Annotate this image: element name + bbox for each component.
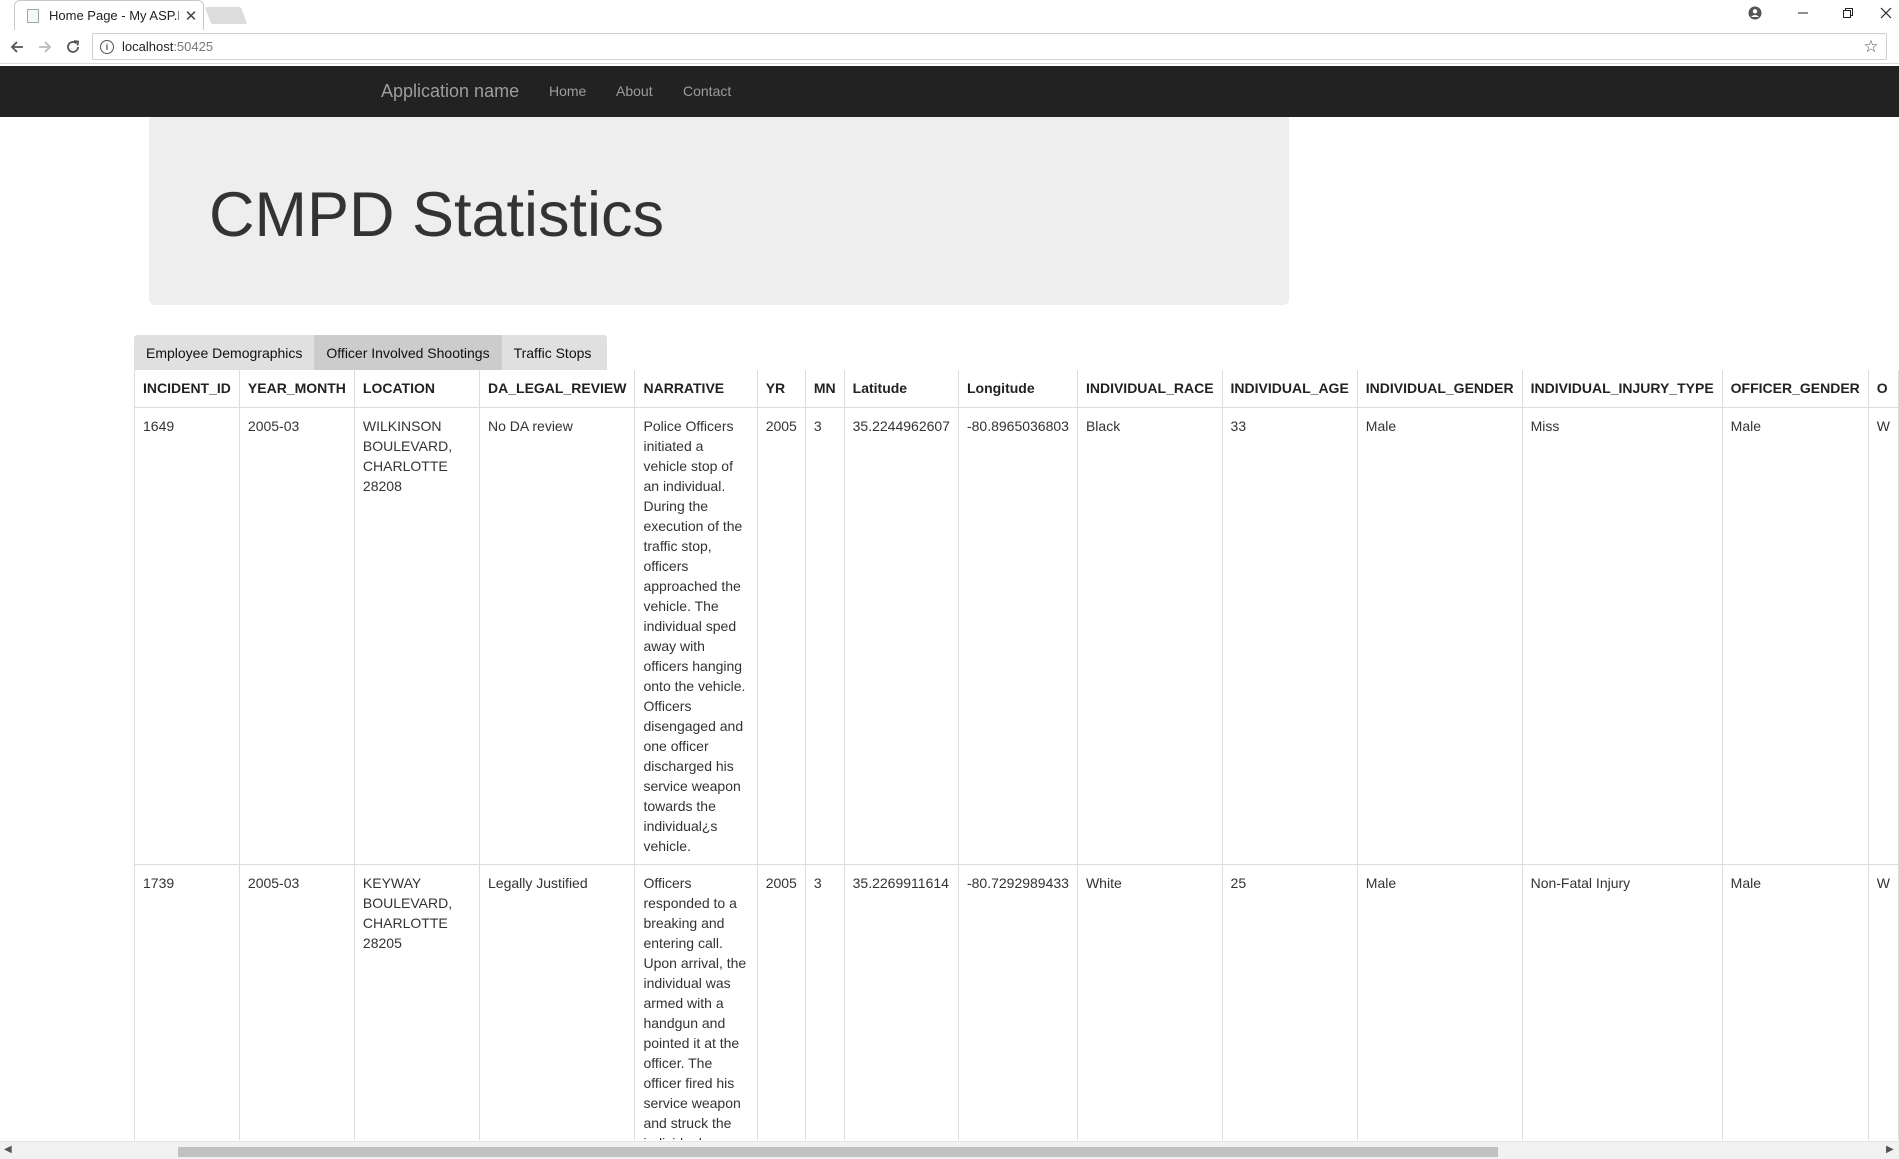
- tab-bar: Employee Demographics Officer Involved S…: [134, 335, 607, 370]
- column-header[interactable]: INDIVIDUAL_RACE: [1076, 370, 1223, 408]
- url-text: localhost:50425: [122, 39, 214, 54]
- tab-employee-demographics[interactable]: Employee Demographics: [134, 335, 314, 370]
- scrollbar-thumb[interactable]: [178, 1147, 1498, 1157]
- data-table: INCIDENT_ID YEAR_MONTH LOCATION DA_LEGAL…: [134, 370, 1899, 1140]
- nav-link-about[interactable]: About: [616, 83, 653, 99]
- column-header[interactable]: DA_LEGAL_REVIEW: [479, 370, 636, 408]
- table-cell: 2005-03: [238, 406, 355, 865]
- table-cell: W: [1867, 406, 1899, 865]
- table-cell: White: [1076, 863, 1223, 1140]
- column-header[interactable]: NARRATIVE: [634, 370, 758, 408]
- close-window-icon[interactable]: [1872, 0, 1899, 26]
- table-cell: 2005: [756, 406, 806, 865]
- table-cell: Miss: [1521, 406, 1723, 865]
- scroll-right-arrow-icon[interactable]: ▶: [1886, 1144, 1894, 1155]
- column-header[interactable]: YR: [756, 370, 806, 408]
- nav-link-home[interactable]: Home: [549, 83, 586, 99]
- tab-close-icon[interactable]: ✕: [179, 7, 203, 25]
- page-title: CMPD Statistics: [209, 180, 665, 250]
- back-arrow-icon[interactable]: [4, 34, 30, 60]
- column-header[interactable]: LOCATION: [353, 370, 481, 408]
- table-cell: No DA review: [479, 406, 636, 865]
- column-header[interactable]: INDIVIDUAL_INJURY_TYPE: [1521, 370, 1723, 408]
- new-tab-button[interactable]: [204, 7, 248, 24]
- table-cell: Police Officers initiated a vehicle stop…: [634, 406, 758, 865]
- nav-link-contact[interactable]: Contact: [683, 83, 731, 99]
- table-cell: 25: [1221, 863, 1358, 1140]
- tab-title: Home Page - My ASP.NE: [49, 8, 179, 23]
- bookmark-star-icon[interactable]: ☆: [1856, 37, 1886, 57]
- table-cell: 35.2269911614: [843, 863, 959, 1140]
- table-cell: 35.2244962607: [843, 406, 959, 865]
- address-bar[interactable]: i localhost:50425 ☆: [92, 33, 1887, 60]
- table-cell: -80.7292989433: [957, 863, 1078, 1140]
- column-header[interactable]: Longitude: [957, 370, 1078, 408]
- horizontal-scrollbar[interactable]: ◀ ▶: [0, 1141, 1899, 1159]
- browser-toolbar: i localhost:50425 ☆: [0, 30, 1899, 64]
- forward-arrow-icon[interactable]: [32, 34, 58, 60]
- account-icon[interactable]: [1733, 0, 1777, 26]
- table-cell: KEYWAY BOULEVARD, CHARLOTTE 28205: [353, 863, 481, 1140]
- table-cell: 1739: [134, 863, 240, 1140]
- minimize-icon[interactable]: [1781, 0, 1825, 26]
- jumbotron: CMPD Statistics: [149, 117, 1289, 305]
- table-cell: Male: [1721, 406, 1869, 865]
- table-header-row: INCIDENT_ID YEAR_MONTH LOCATION DA_LEGAL…: [134, 370, 1899, 408]
- site-navbar: Application name Home About Contact: [0, 66, 1899, 117]
- table-cell: 33: [1221, 406, 1358, 865]
- table-cell: 1649: [134, 406, 240, 865]
- scroll-left-arrow-icon[interactable]: ◀: [4, 1144, 12, 1155]
- brand-link[interactable]: Application name: [381, 81, 519, 102]
- table-cell: 2005-03: [238, 863, 355, 1140]
- table-cell: 2005: [756, 863, 806, 1140]
- reload-icon[interactable]: [60, 34, 86, 60]
- table-cell: -80.8965036803: [957, 406, 1078, 865]
- column-header[interactable]: O: [1867, 370, 1899, 408]
- table-container[interactable]: INCIDENT_ID YEAR_MONTH LOCATION DA_LEGAL…: [134, 370, 1899, 1140]
- tab-traffic-stops[interactable]: Traffic Stops: [502, 335, 604, 370]
- table-cell: W: [1867, 863, 1899, 1140]
- table-cell: Male: [1721, 863, 1869, 1140]
- page-favicon-icon: [27, 8, 39, 23]
- column-header[interactable]: INCIDENT_ID: [134, 370, 240, 408]
- table-cell: Black: [1076, 406, 1223, 865]
- table-row: 1649 2005-03 WILKINSON BOULEVARD, CHARLO…: [134, 406, 1899, 865]
- table-row: 1739 2005-03 KEYWAY BOULEVARD, CHARLOTTE…: [134, 863, 1899, 1140]
- table-cell: 3: [804, 406, 845, 865]
- table-cell: 3: [804, 863, 845, 1140]
- table-cell: Officers responded to a breaking and ent…: [634, 863, 758, 1140]
- browser-titlebar: Home Page - My ASP.NE ✕: [0, 0, 1899, 30]
- restore-icon[interactable]: [1826, 0, 1870, 26]
- column-header[interactable]: INDIVIDUAL_GENDER: [1356, 370, 1523, 408]
- table-cell: Male: [1356, 406, 1523, 865]
- column-header[interactable]: MN: [804, 370, 845, 408]
- browser-tab[interactable]: Home Page - My ASP.NE ✕: [14, 0, 204, 30]
- column-header[interactable]: INDIVIDUAL_AGE: [1221, 370, 1358, 408]
- table-cell: Non-Fatal Injury: [1521, 863, 1723, 1140]
- column-header[interactable]: OFFICER_GENDER: [1721, 370, 1869, 408]
- column-header[interactable]: YEAR_MONTH: [238, 370, 355, 408]
- info-icon[interactable]: i: [100, 39, 114, 54]
- table-cell: WILKINSON BOULEVARD, CHARLOTTE 28208: [353, 406, 481, 865]
- column-header[interactable]: Latitude: [843, 370, 959, 408]
- table-cell: Male: [1356, 863, 1523, 1140]
- tab-officer-involved-shootings[interactable]: Officer Involved Shootings: [314, 335, 502, 370]
- table-cell: Legally Justified: [479, 863, 636, 1140]
